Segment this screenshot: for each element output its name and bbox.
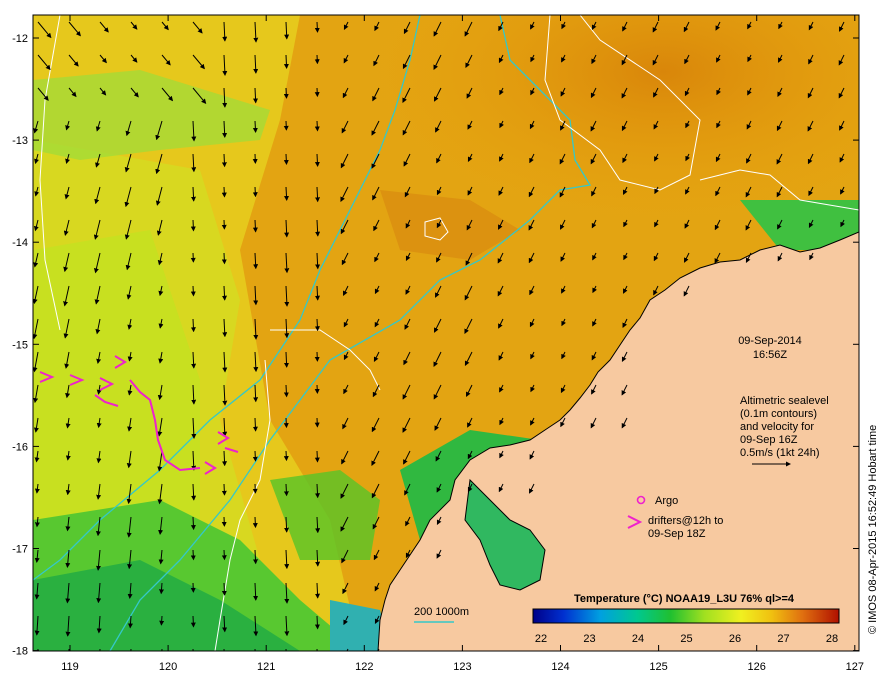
velocity-arrow xyxy=(314,285,320,301)
sst-field xyxy=(33,15,859,651)
colorbar-tick-label: 23 xyxy=(583,633,595,645)
velocity-arrow xyxy=(190,318,196,333)
y-tick-label: -12 xyxy=(12,33,28,45)
velocity-arrow xyxy=(190,516,196,531)
velocity-arrow xyxy=(223,648,225,651)
velocity-arrow xyxy=(314,615,320,630)
velocity-arrow xyxy=(252,120,258,133)
velocity-arrow xyxy=(252,450,258,462)
velocity-arrow xyxy=(161,648,163,651)
velocity-arrow xyxy=(314,21,320,33)
velocity-arrow xyxy=(222,450,228,467)
colorbar-tick-label: 26 xyxy=(729,633,741,645)
velocity-arrow xyxy=(252,219,258,233)
map-date: 09-Sep-2014 xyxy=(738,335,802,347)
velocity-arrow xyxy=(37,648,39,651)
drifter-label-2: 09-Sep 18Z xyxy=(648,528,706,540)
velocity-arrow xyxy=(283,54,289,69)
velocity-arrow xyxy=(283,186,289,201)
y-tick-label: -15 xyxy=(12,339,28,351)
y-tick-label: -14 xyxy=(12,237,28,249)
velocity-arrow xyxy=(285,648,287,651)
altimetry-line-3: and velocity for xyxy=(740,421,814,433)
colorbar-gradient xyxy=(532,608,840,624)
velocity-arrow xyxy=(221,483,227,496)
colorbar-title: Temperature (°C) NOAA19_L3U 76% ql>=4 xyxy=(574,593,795,605)
velocity-arrow xyxy=(221,582,227,596)
altimetry-line-5: 0.5m/s (1kt 24h) xyxy=(740,447,819,459)
x-tick-label: 126 xyxy=(748,661,766,673)
y-tick-label: -16 xyxy=(12,441,28,453)
altimetry-line-1: Altimetric sealevel xyxy=(740,395,829,407)
colorbar-tick-label: 22 xyxy=(535,633,547,645)
velocity-arrow xyxy=(190,549,196,561)
y-tick-label: -13 xyxy=(12,135,28,147)
velocity-arrow xyxy=(283,153,289,165)
velocity-arrow xyxy=(221,252,227,265)
velocity-arrow xyxy=(252,186,258,198)
credit-text: © IMOS 08-Apr-2015 16:52:49 Hobart time xyxy=(867,425,879,634)
velocity-arrow xyxy=(314,318,320,332)
colorbar-tick-label: 27 xyxy=(777,633,789,645)
depth-legend-label: 200 1000m xyxy=(414,606,469,618)
drifter-label-1: drifters@12h to xyxy=(648,515,723,527)
velocity-arrow xyxy=(252,549,258,565)
y-tick-label: -18 xyxy=(12,646,28,658)
velocity-arrow xyxy=(315,186,321,203)
velocity-arrow xyxy=(284,516,290,533)
velocity-arrow xyxy=(190,285,196,297)
velocity-arrow xyxy=(284,351,290,368)
velocity-arrow xyxy=(252,417,258,432)
argo-label: Argo xyxy=(655,495,678,507)
velocity-arrow xyxy=(130,648,132,651)
velocity-arrow xyxy=(283,417,289,429)
velocity-arrow xyxy=(221,549,227,561)
x-tick-label: 120 xyxy=(159,661,177,673)
velocity-arrow xyxy=(190,615,196,628)
velocity-arrow xyxy=(221,153,227,168)
velocity-arrow xyxy=(315,582,321,599)
velocity-arrow xyxy=(253,87,259,104)
velocity-arrow xyxy=(191,186,196,202)
colorbar-tick-label: 25 xyxy=(680,633,692,645)
velocity-arrow xyxy=(190,219,196,232)
velocity-arrow xyxy=(314,483,320,499)
velocity-arrow xyxy=(159,615,165,626)
velocity-arrow xyxy=(283,384,289,398)
velocity-arrow xyxy=(283,87,289,99)
sea-surface-temperature-map: 119 120 121 122 123 124 125 126 127 -12 -13 -14 -15… xyxy=(12,14,879,673)
x-tick-label: 124 xyxy=(551,661,569,673)
colorbar-tick-label: 28 xyxy=(826,633,838,645)
velocity-arrow xyxy=(221,285,227,301)
velocity-arrow xyxy=(314,120,320,132)
velocity-arrow xyxy=(283,483,289,497)
colorbar-tick-label: 24 xyxy=(632,633,644,645)
x-tick-label: 122 xyxy=(355,661,373,673)
velocity-arrow xyxy=(314,450,320,463)
altimetry-line-4: 09-Sep 16Z xyxy=(740,434,798,446)
y-tick-label: -17 xyxy=(12,544,28,556)
velocity-arrow xyxy=(283,450,289,462)
velocity-arrow xyxy=(254,648,256,651)
x-tick-label: 119 xyxy=(61,661,79,673)
velocity-arrow xyxy=(314,153,320,167)
velocity-arrow xyxy=(252,516,258,529)
altimetry-line-2: (0.1m contours) xyxy=(740,408,817,420)
map-time: 16:56Z xyxy=(753,349,788,361)
velocity-arrow xyxy=(221,186,227,198)
x-tick-label: 125 xyxy=(649,661,667,673)
x-tick-label: 123 xyxy=(453,661,471,673)
x-tick-label: 127 xyxy=(846,661,864,673)
x-tick-label: 121 xyxy=(257,661,275,673)
